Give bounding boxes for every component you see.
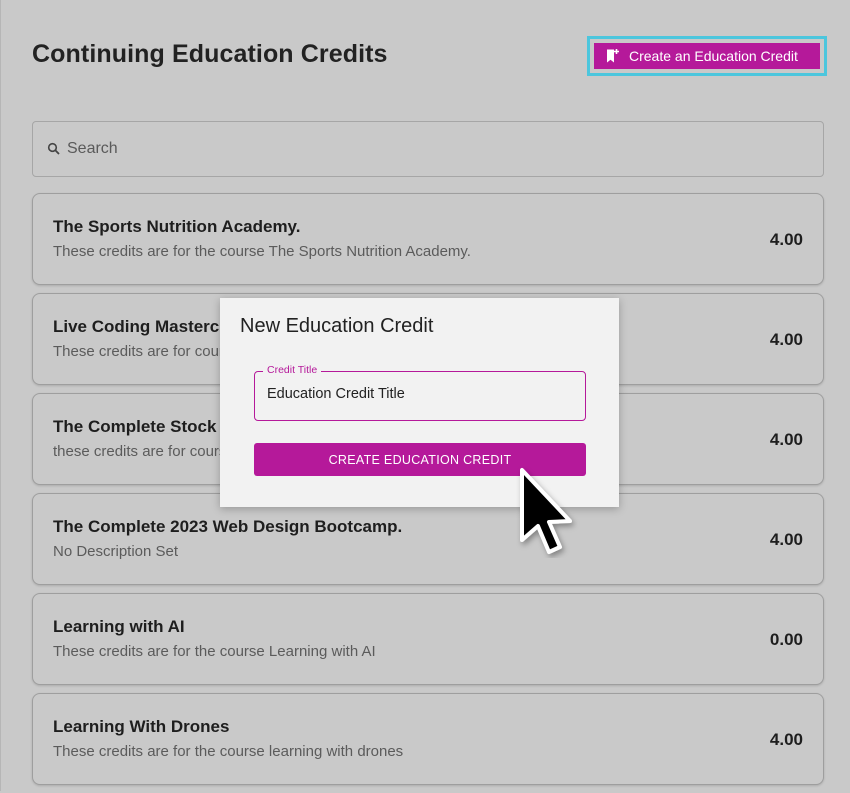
credit-card[interactable]: Learning with AI These credits are for t… bbox=[32, 593, 824, 685]
credit-title: The Complete 2023 Web Design Bootcamp. bbox=[53, 517, 403, 536]
mouse-pointer-icon bbox=[520, 468, 572, 554]
credit-value: 4.00 bbox=[769, 530, 803, 549]
credit-description: No Description Set bbox=[53, 543, 179, 560]
credit-title: The Complete Stock bbox=[53, 417, 217, 436]
credit-value: 4.00 bbox=[769, 730, 803, 749]
dialog-title: New Education Credit bbox=[240, 315, 434, 337]
page-title: Continuing Education Credits bbox=[32, 40, 388, 68]
create-education-credit-button[interactable]: Create an Education Credit bbox=[594, 43, 820, 69]
credit-value: 0.00 bbox=[769, 630, 803, 649]
create-button-label: Create an Education Credit bbox=[629, 48, 798, 64]
credit-title: Learning with AI bbox=[53, 617, 185, 636]
credit-title-input[interactable] bbox=[267, 386, 567, 402]
bookmark-add-icon bbox=[604, 48, 620, 64]
page: Continuing Education Credits Create an E… bbox=[0, 0, 850, 791]
search-box[interactable] bbox=[32, 121, 824, 177]
search-icon bbox=[47, 142, 61, 156]
credit-title: Learning With Drones bbox=[53, 717, 230, 736]
credit-value: 4.00 bbox=[769, 230, 803, 249]
credit-description: These credits are for course bbox=[53, 343, 240, 360]
credit-description: these credits are for course bbox=[53, 443, 235, 460]
focus-ring: Create an Education Credit bbox=[587, 36, 827, 76]
credit-value: 4.00 bbox=[769, 430, 803, 449]
credit-description: These credits are for the course The Spo… bbox=[53, 243, 471, 260]
credit-title-field[interactable]: Credit Title bbox=[254, 364, 586, 421]
credit-title: The Sports Nutrition Academy. bbox=[53, 217, 301, 236]
credit-card[interactable]: The Sports Nutrition Academy. These cred… bbox=[32, 193, 824, 285]
credit-description: These credits are for the course learnin… bbox=[53, 743, 404, 760]
credit-card[interactable]: Learning With Drones These credits are f… bbox=[32, 693, 824, 785]
search-input[interactable] bbox=[67, 140, 767, 158]
credit-value: 4.00 bbox=[769, 330, 803, 349]
credit-description: These credits are for the course Learnin… bbox=[53, 643, 376, 660]
credit-title-label: Credit Title bbox=[263, 364, 322, 376]
